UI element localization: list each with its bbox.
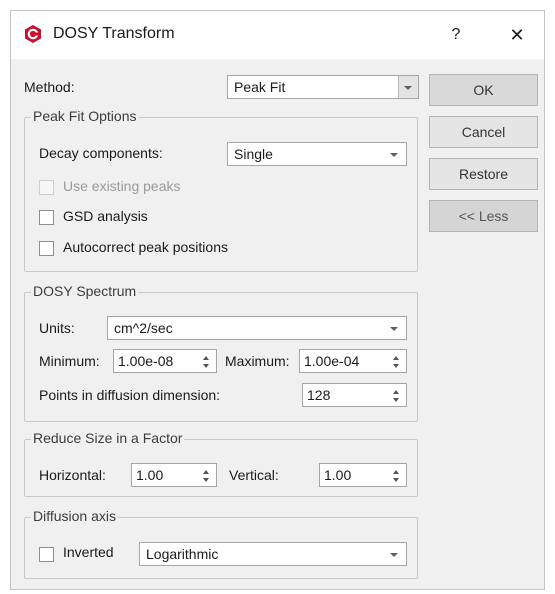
autocorrect-peak-positions-checkbox[interactable] xyxy=(39,241,54,256)
maximum-label: Maximum: xyxy=(225,353,290,369)
dosy-spectrum-title: DOSY Spectrum xyxy=(31,283,139,299)
spin-down-icon[interactable] xyxy=(393,478,399,482)
less-button[interactable]: << Less xyxy=(429,200,538,232)
spin-down-icon[interactable] xyxy=(203,478,209,482)
close-icon[interactable]: ✕ xyxy=(505,23,529,47)
chevron-down-icon xyxy=(390,327,398,331)
horizontal-value: 1.00 xyxy=(136,467,164,483)
maximum-value: 1.00e-04 xyxy=(304,353,360,369)
vertical-label: Vertical: xyxy=(229,467,279,483)
diffusion-axis-title: Diffusion axis xyxy=(31,508,119,524)
units-value: cm^2/sec xyxy=(114,320,173,336)
spin-down-icon[interactable] xyxy=(393,398,399,402)
spin-up-icon[interactable] xyxy=(203,470,209,474)
use-existing-peaks-checkbox[interactable] xyxy=(39,180,54,195)
cancel-button[interactable]: Cancel xyxy=(429,116,538,148)
spin-up-icon[interactable] xyxy=(393,390,399,394)
spin-up-icon[interactable] xyxy=(203,356,209,360)
maximum-spinbox[interactable]: 1.00e-04 xyxy=(299,349,407,373)
vertical-value: 1.00 xyxy=(324,467,352,483)
spin-down-icon[interactable] xyxy=(393,364,399,368)
restore-button[interactable]: Restore xyxy=(429,158,538,190)
chevron-down-icon xyxy=(390,553,398,557)
units-label: Units: xyxy=(39,320,75,336)
inverted-checkbox[interactable] xyxy=(39,547,54,562)
decay-components-label: Decay components: xyxy=(39,145,163,161)
points-spinbox[interactable]: 128 xyxy=(302,383,407,407)
window-title: DOSY Transform xyxy=(53,25,175,42)
spin-up-icon[interactable] xyxy=(393,470,399,474)
dosy-transform-dialog: DOSY Transform ? ✕ Method: Peak Fit OK C… xyxy=(10,10,545,590)
method-value: Peak Fit xyxy=(234,79,286,95)
axis-scale-select[interactable]: Logarithmic xyxy=(139,542,407,566)
gsd-analysis-label: GSD analysis xyxy=(63,208,148,224)
minimum-spinbox[interactable]: 1.00e-08 xyxy=(113,349,217,373)
horizontal-label: Horizontal: xyxy=(39,467,106,483)
chevron-down-icon xyxy=(404,86,412,90)
app-logo-icon xyxy=(25,25,41,43)
horizontal-spinbox[interactable]: 1.00 xyxy=(131,463,217,487)
units-select[interactable]: cm^2/sec xyxy=(107,316,407,340)
vertical-spinbox[interactable]: 1.00 xyxy=(319,463,407,487)
chevron-down-icon xyxy=(390,153,398,157)
help-icon[interactable]: ? xyxy=(444,23,468,47)
points-label: Points in diffusion dimension: xyxy=(39,387,221,403)
method-select[interactable]: Peak Fit xyxy=(227,75,419,99)
titlebar: DOSY Transform ? ✕ xyxy=(11,11,544,59)
gsd-analysis-checkbox[interactable] xyxy=(39,210,54,225)
reduce-size-title: Reduce Size in a Factor xyxy=(31,430,185,446)
ok-button[interactable]: OK xyxy=(429,74,538,106)
spin-up-icon[interactable] xyxy=(393,356,399,360)
points-value: 128 xyxy=(307,387,331,403)
inverted-label: Inverted xyxy=(63,544,114,560)
use-existing-peaks-label: Use existing peaks xyxy=(63,178,181,194)
peak-fit-options-title: Peak Fit Options xyxy=(31,108,139,124)
autocorrect-peak-positions-label: Autocorrect peak positions xyxy=(63,239,228,255)
minimum-value: 1.00e-08 xyxy=(118,353,174,369)
minimum-label: Minimum: xyxy=(39,353,100,369)
decay-components-value: Single xyxy=(234,146,273,162)
spin-down-icon[interactable] xyxy=(203,364,209,368)
axis-scale-value: Logarithmic xyxy=(146,546,219,562)
method-label: Method: xyxy=(24,79,75,95)
decay-components-select[interactable]: Single xyxy=(227,142,407,166)
